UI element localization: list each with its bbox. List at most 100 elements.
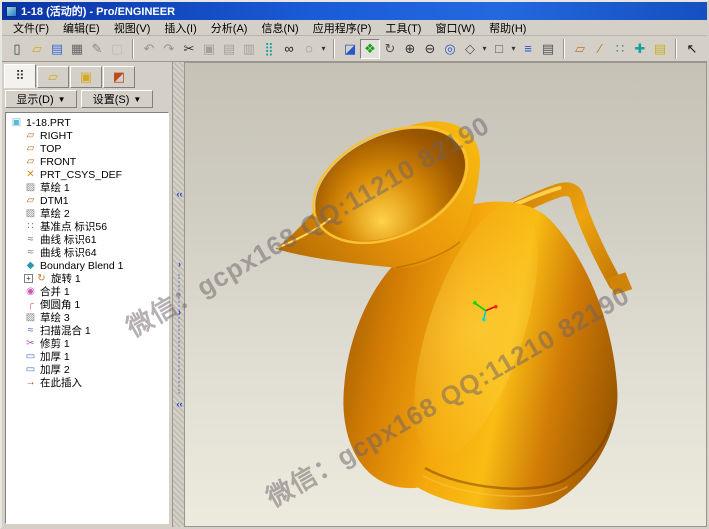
redo-button[interactable]: ↷ [159, 39, 179, 59]
select-filter-button-caret[interactable]: ▾ [319, 39, 328, 59]
paste-special-button[interactable]: ▥ [239, 39, 259, 59]
select-arrow-button[interactable]: ↖ [682, 39, 702, 59]
open-file-button[interactable]: ▱ [27, 39, 47, 59]
tree-item[interactable]: ▱RIGHT [8, 129, 168, 142]
zoom-in-icon: ⊕ [405, 42, 416, 55]
binoculars-icon: ∞ [284, 42, 293, 55]
tab-folder-browser[interactable]: ▱ [37, 66, 69, 88]
tree-item[interactable]: ◆Boundary Blend 1 [8, 259, 168, 272]
purge-icon: ▢ [111, 42, 123, 55]
tree-item[interactable]: +↻旋转 1 [8, 272, 168, 285]
menu-info[interactable]: 信息(N) [254, 19, 305, 37]
app-icon [6, 6, 17, 17]
model-tree: ▣1-18.PRT▱RIGHT▱TOP▱FRONT✕PRT_CSYS_DEF▨草… [5, 112, 169, 524]
open-folder-icon: ▱ [32, 42, 42, 55]
show-dropdown-button[interactable]: 显示(D) ▼ [5, 90, 77, 108]
tree-item[interactable]: ▱TOP [8, 142, 168, 155]
tab-model-tree[interactable]: ⠿ [4, 64, 36, 88]
toolbar-separator [563, 39, 565, 59]
toolbar-group: ▯ ▱ ▤ ▦ ✎ ▢ [4, 39, 130, 59]
menu-file[interactable]: 文件(F) [6, 19, 56, 37]
cut-button[interactable]: ✂ [179, 39, 199, 59]
tree-item[interactable]: ✕PRT_CSYS_DEF [8, 168, 168, 181]
new-file-button[interactable]: ▯ [7, 39, 27, 59]
boundary-blend-icon: ◆ [24, 260, 37, 271]
zoom-in-button[interactable]: ⊕ [400, 39, 420, 59]
find-button[interactable]: ∞ [279, 39, 299, 59]
tab-favorites[interactable]: ▣ [70, 66, 102, 88]
view-manager-button[interactable]: ▤ [538, 39, 558, 59]
datum-points-toggle[interactable]: ∷ [610, 39, 630, 59]
tree-item[interactable]: →在此插入 [8, 376, 168, 389]
tree-item-label: 曲线 标识64 [40, 245, 97, 260]
annotations-toggle[interactable]: ▤ [650, 39, 670, 59]
layers-button[interactable]: ≡ [518, 39, 538, 59]
menu-help[interactable]: 帮助(H) [482, 19, 533, 37]
datum-axis-icon: ∕ [599, 42, 601, 55]
part-icon: ▣ [10, 117, 23, 128]
undo-icon: ↶ [144, 42, 155, 55]
menu-tools[interactable]: 工具(T) [378, 19, 428, 37]
tree-item-label: TOP [40, 143, 61, 155]
tree-item[interactable]: ▭加厚 1 [8, 350, 168, 363]
tree-item-label: 在此插入 [40, 375, 82, 390]
refit-button[interactable]: ◎ [440, 39, 460, 59]
tab-connections[interactable]: ◩ [103, 66, 135, 88]
menu-edit[interactable]: 编辑(E) [56, 19, 107, 37]
tree-item[interactable]: ▱DTM1 [8, 194, 168, 207]
print-button[interactable]: ▦ [67, 39, 87, 59]
tree-item[interactable]: ◉合并 1 [8, 285, 168, 298]
expand-icon[interactable]: + [24, 274, 33, 283]
regenerate-button[interactable]: ⣿ [259, 39, 279, 59]
main-toolbar: ▯▱▤▦✎▢↶↷✂▣▤▥⣿∞◌▾◪❖↻⊕⊖◎◇▾□▾≡▤▱∕∷✚▤↖ [2, 36, 707, 62]
splitter-grip[interactable] [178, 274, 180, 394]
menu-analysis[interactable]: 分析(A) [204, 19, 255, 37]
swept-blend-icon: ≈ [24, 325, 37, 336]
orient-icon: ↻ [385, 42, 396, 55]
spin-center-button[interactable]: ❖ [360, 39, 380, 59]
copy-button[interactable]: ▣ [199, 39, 219, 59]
menu-window[interactable]: 窗口(W) [428, 19, 482, 37]
csys-icon: ✕ [24, 169, 37, 180]
panel-splitter[interactable]: ‹‹ › › ‹‹ [172, 62, 185, 527]
tree-item[interactable]: ▱FRONT [8, 155, 168, 168]
orient-mode-button[interactable]: ↻ [380, 39, 400, 59]
tree-item-label: PRT_CSYS_DEF [40, 169, 122, 181]
tree-item[interactable]: ▨草绘 1 [8, 181, 168, 194]
menu-applications[interactable]: 应用程序(P) [306, 19, 379, 37]
tree-item[interactable]: ≈扫描混合 1 [8, 324, 168, 337]
paste-special-icon: ▥ [243, 42, 255, 55]
menu-view[interactable]: 视图(V) [107, 19, 158, 37]
repaint-button[interactable]: ◪ [340, 39, 360, 59]
tree-item[interactable]: ╭倒圆角 1 [8, 298, 168, 311]
select-filter-button[interactable]: ◌ [299, 39, 319, 59]
erase-display-button[interactable]: ✎ [87, 39, 107, 59]
display-style-button-caret[interactable]: ▾ [509, 39, 518, 59]
menu-insert[interactable]: 插入(I) [157, 19, 203, 37]
refit-icon: ◎ [444, 42, 455, 55]
3d-viewport[interactable] [185, 62, 707, 527]
tree-item[interactable]: ✂修剪 1 [8, 337, 168, 350]
cursor-arrow-icon: ↖ [687, 42, 698, 55]
datum-axes-toggle[interactable]: ∕ [590, 39, 610, 59]
zoom-out-button[interactable]: ⊖ [420, 39, 440, 59]
tree-item[interactable]: ▣1-18.PRT [8, 116, 168, 129]
saved-views-button[interactable]: ◇ [460, 39, 480, 59]
display-style-button[interactable]: □ [489, 39, 509, 59]
datum-plane-icon: ▱ [24, 195, 37, 206]
saved-views-button-caret[interactable]: ▾ [480, 39, 489, 59]
tree-item[interactable]: ≈曲线 标识64 [8, 246, 168, 259]
paste-button[interactable]: ▤ [219, 39, 239, 59]
printer-icon: ▦ [71, 42, 83, 55]
tree-item[interactable]: ▭加厚 2 [8, 363, 168, 376]
settings-dropdown-button[interactable]: 设置(S) ▼ [81, 90, 153, 108]
trim-icon: ✂ [24, 338, 37, 349]
save-button[interactable]: ▤ [47, 39, 67, 59]
toolbar-group: ▱ ∕ ∷✚▤ [567, 39, 673, 59]
datum-point-icon: ∷ [24, 221, 37, 232]
delete-old-versions-button[interactable]: ▢ [107, 39, 127, 59]
chevron-down-icon: ▼ [133, 95, 141, 104]
datum-planes-toggle[interactable]: ▱ [570, 39, 590, 59]
csys-toggle[interactable]: ✚ [630, 39, 650, 59]
undo-button[interactable]: ↶ [139, 39, 159, 59]
